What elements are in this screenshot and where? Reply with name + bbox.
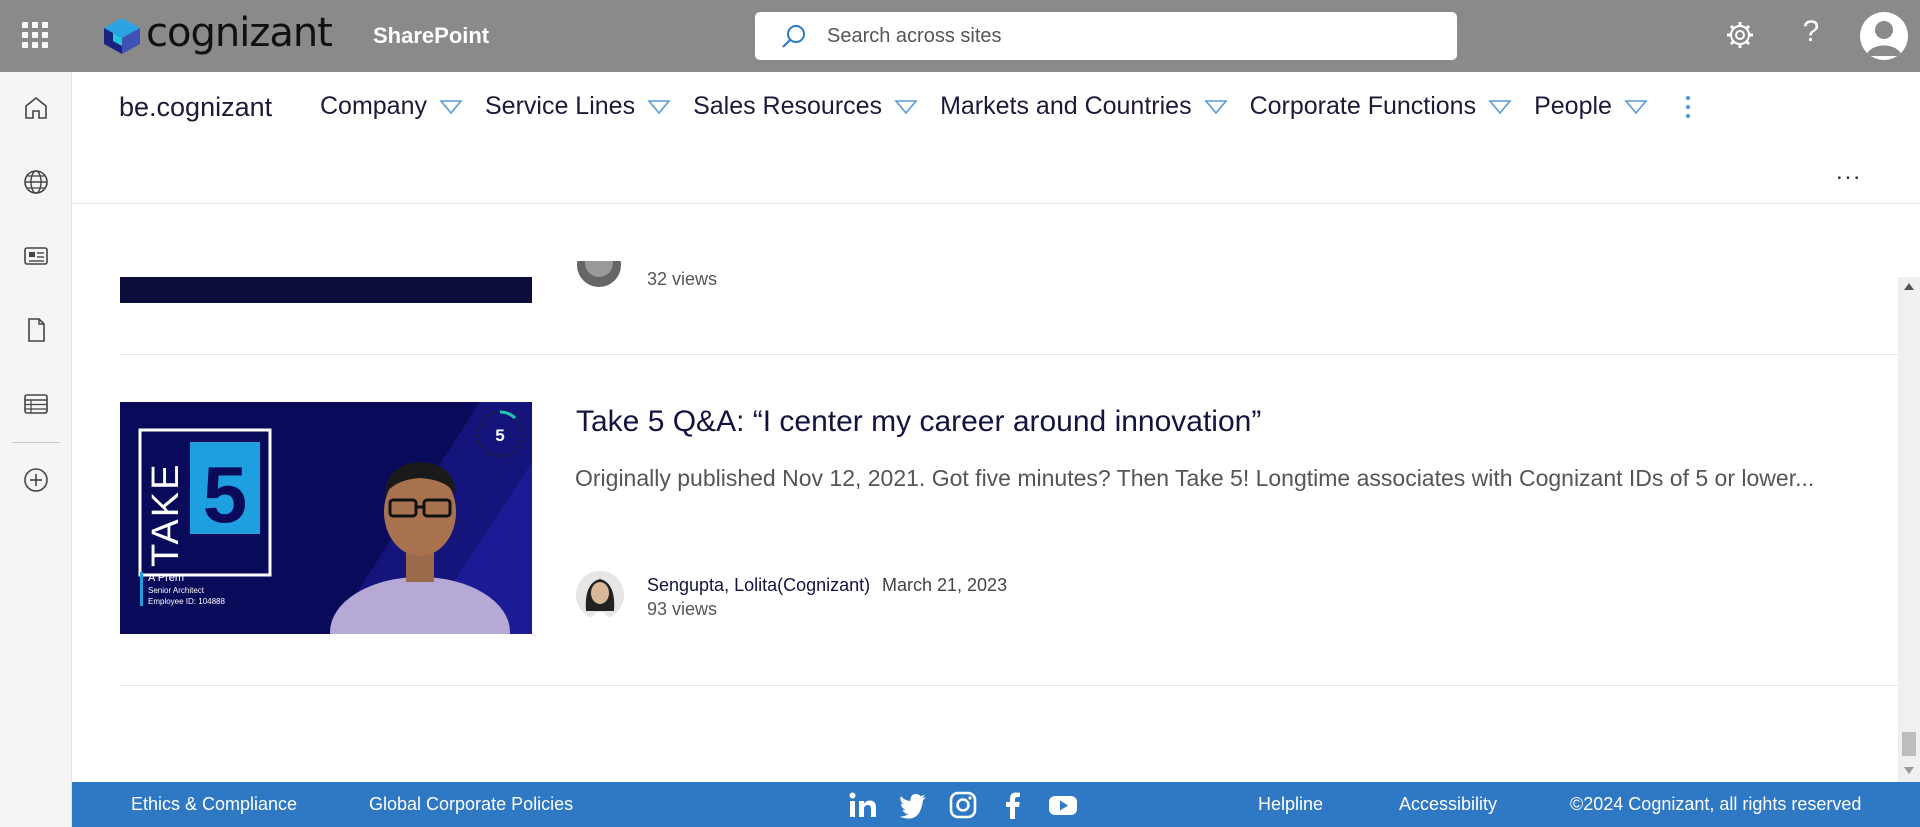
suite-header: cognizant SharePoint ? — [0, 0, 1920, 72]
footer-link-accessibility[interactable]: Accessibility — [1399, 794, 1497, 815]
nav-item-company[interactable]: Company — [320, 92, 463, 121]
twitter-icon[interactable] — [898, 790, 928, 820]
chevron-down-icon — [1488, 99, 1512, 114]
previous-news-thumbnail[interactable] — [120, 277, 532, 303]
author-name[interactable]: Sengupta, Lolita(Cognizant) — [647, 575, 870, 596]
search-icon — [782, 25, 805, 48]
footer: Ethics & Compliance Global Corporate Pol… — [72, 782, 1920, 827]
brand-wordmark: cognizant — [146, 10, 333, 56]
facebook-icon[interactable] — [998, 790, 1028, 820]
scroll-down-arrow-icon[interactable] — [1904, 767, 1914, 774]
footer-link-ethics[interactable]: Ethics & Compliance — [131, 794, 297, 815]
nav-item-service-lines[interactable]: Service Lines — [485, 92, 671, 121]
footer-copyright: ©2024 Cognizant, all rights reserved — [1570, 794, 1862, 814]
search-input[interactable] — [827, 24, 1387, 48]
person-role: Senior Architect — [148, 586, 205, 595]
add-icon[interactable] — [22, 466, 50, 494]
news-divider — [120, 685, 1898, 686]
vertical-scrollbar[interactable] — [1898, 277, 1920, 782]
author-avatar[interactable] — [576, 571, 624, 619]
hub-navigation: Company Service Lines Sales Resources Ma… — [320, 92, 1692, 121]
site-header: be.cognizant Company Service Lines Sales… — [72, 72, 1920, 204]
thumbnail-badge: 5 — [495, 426, 504, 445]
nav-item-corporate-functions[interactable]: Corporate Functions — [1250, 92, 1513, 121]
person-name: A Prem — [148, 572, 184, 584]
news-list: 32 views TAKE 5 5 A Prem Senior Architec… — [72, 205, 1898, 782]
person-icon — [1866, 21, 1902, 56]
news-icon[interactable] — [22, 242, 50, 270]
account-avatar[interactable] — [1860, 12, 1908, 60]
app-bar — [0, 72, 72, 827]
view-count: 93 views — [647, 599, 718, 619]
previous-author-avatar — [577, 261, 621, 287]
home-icon[interactable] — [22, 94, 50, 122]
globe-icon[interactable] — [22, 168, 50, 196]
footer-link-policies[interactable]: Global Corporate Policies — [369, 794, 573, 815]
take-label: TAKE — [145, 463, 187, 567]
publish-date: March 21, 2023 — [882, 575, 1008, 595]
gear-icon[interactable] — [1725, 20, 1755, 50]
more-nav-icon[interactable] — [1684, 94, 1692, 120]
news-title[interactable]: Take 5 Q&A: “I center my career around i… — [576, 405, 1261, 439]
nav-label: Sales Resources — [693, 92, 883, 120]
more-actions-button[interactable]: ... — [1836, 158, 1862, 186]
take-number: 5 — [203, 450, 248, 539]
chevron-down-icon — [647, 99, 671, 114]
linkedin-icon[interactable] — [848, 790, 878, 820]
list-icon[interactable] — [22, 390, 50, 418]
chevron-down-icon — [1624, 99, 1648, 114]
cognizant-mark-icon — [104, 18, 140, 54]
nav-label: Markets and Countries — [940, 92, 1192, 120]
help-icon[interactable]: ? — [1799, 15, 1823, 49]
news-description: Originally published Nov 12, 2021. Got f… — [575, 465, 1815, 491]
site-title[interactable]: be.cognizant — [119, 92, 272, 123]
nav-item-people[interactable]: People — [1534, 92, 1648, 121]
app-name[interactable]: SharePoint — [373, 23, 489, 49]
nav-label: Corporate Functions — [1249, 92, 1477, 120]
document-icon[interactable] — [22, 316, 50, 344]
previous-views: 32 views — [647, 269, 718, 289]
scroll-thumb[interactable] — [1902, 732, 1916, 756]
nav-label: Service Lines — [485, 92, 636, 120]
person-id: Employee ID: 104888 — [148, 597, 225, 606]
chevron-down-icon — [439, 99, 463, 114]
news-thumbnail[interactable]: TAKE 5 5 A Prem Senior Architect Employe… — [120, 402, 532, 634]
nav-label: People — [1534, 92, 1612, 120]
rail-divider — [12, 442, 60, 443]
news-divider — [120, 354, 1898, 355]
cognizant-logo[interactable]: cognizant — [100, 10, 333, 56]
instagram-icon[interactable] — [948, 790, 978, 820]
scroll-up-arrow-icon[interactable] — [1904, 283, 1914, 290]
search-box[interactable] — [755, 12, 1457, 60]
nav-label: Company — [320, 92, 427, 120]
footer-link-helpline[interactable]: Helpline — [1258, 794, 1323, 815]
app-launcher-icon[interactable] — [22, 22, 48, 48]
nav-item-sales-resources[interactable]: Sales Resources — [693, 92, 918, 121]
social-links — [848, 790, 1098, 820]
chevron-down-icon — [894, 99, 918, 114]
youtube-icon[interactable] — [1048, 790, 1078, 820]
nav-item-markets-and-countries[interactable]: Markets and Countries — [940, 92, 1228, 121]
chevron-down-icon — [1203, 99, 1228, 114]
